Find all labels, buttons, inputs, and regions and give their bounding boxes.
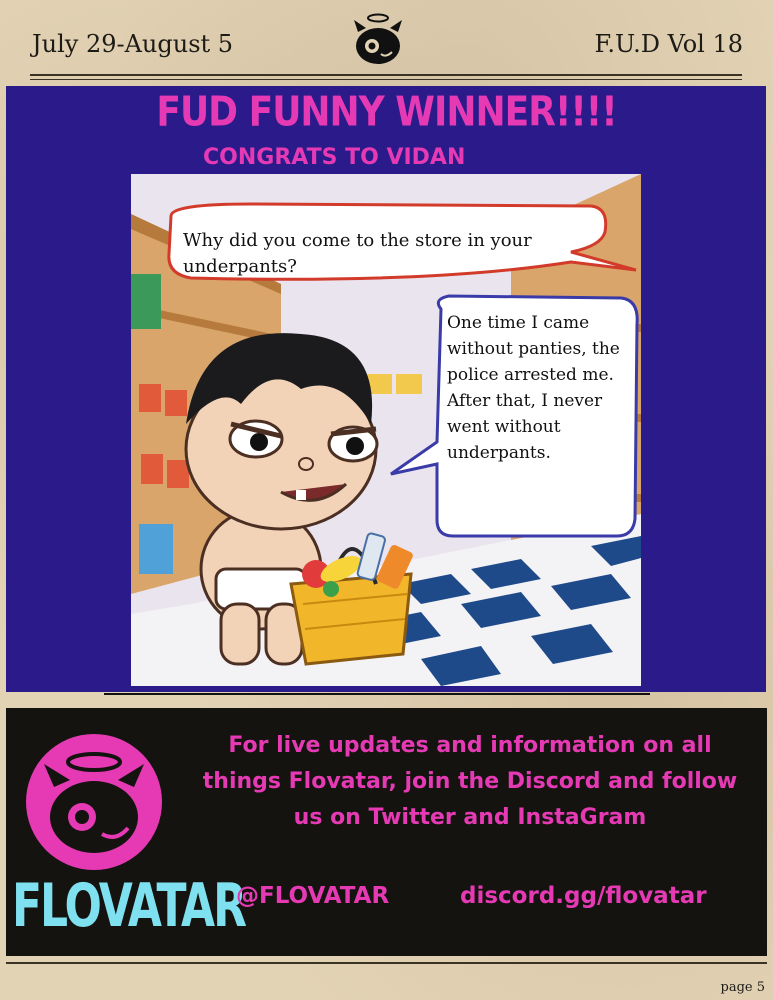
flovatar-logo-icon xyxy=(354,13,402,64)
footer-message: For live updates and information on all … xyxy=(202,733,738,830)
header-divider xyxy=(30,74,742,76)
comic-question-text: Why did you come to the store in your un… xyxy=(183,230,532,277)
comic-answer-text: One time I came without panties, the pol… xyxy=(447,313,620,463)
winner-title: FUD FUNNY WINNER!!!! xyxy=(156,88,617,137)
issue-date: July 29-August 5 xyxy=(32,30,234,58)
volume-label: F.U.D Vol 18 xyxy=(594,30,744,58)
winner-subtitle: CONGRATS TO VIDAN xyxy=(203,145,466,170)
twitter-handle-link[interactable]: @FLOVATAR xyxy=(236,883,389,909)
page-number: page 5 xyxy=(720,980,766,995)
header-divider-thin xyxy=(30,79,742,80)
flovatar-wordmark: FLOVATAR xyxy=(12,872,247,941)
flovatar-mascot-icon xyxy=(26,734,162,870)
discord-link[interactable]: discord.gg/flovatar xyxy=(460,883,707,909)
footer-divider xyxy=(6,962,767,964)
comic-underline xyxy=(104,693,650,695)
